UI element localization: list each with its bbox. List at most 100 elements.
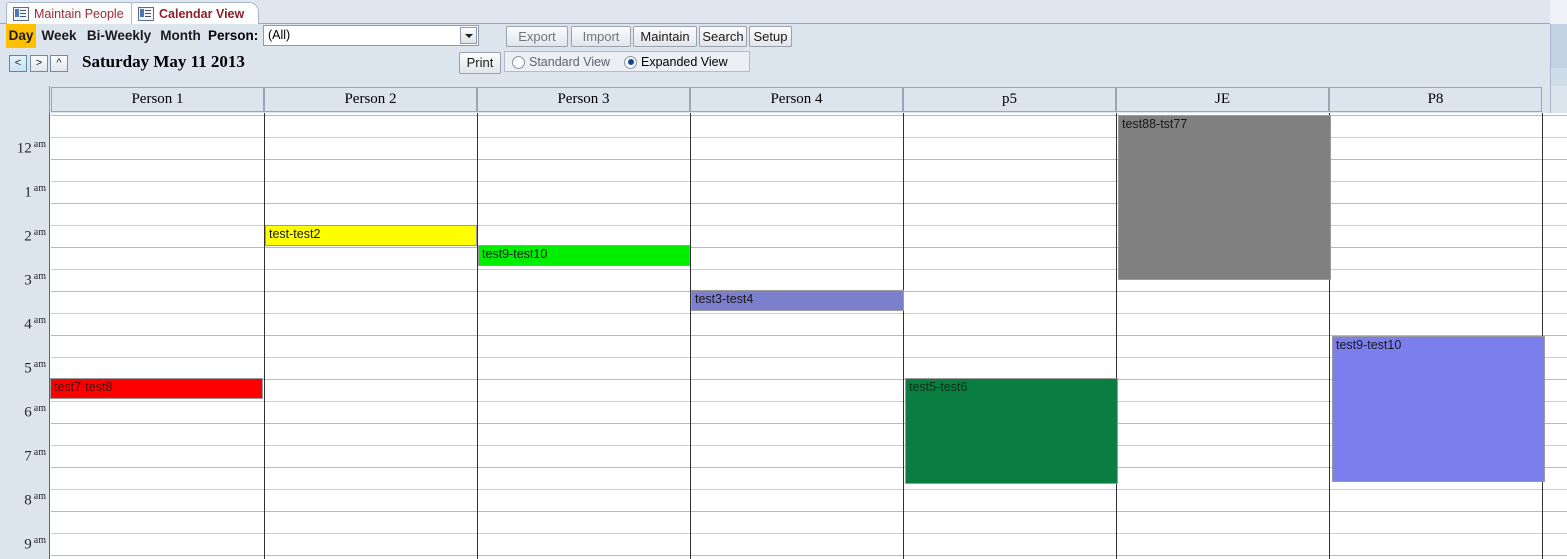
- time-ampm: am: [33, 183, 46, 194]
- grid-hline: [51, 181, 1567, 182]
- calendar-event[interactable]: test-test2: [265, 225, 477, 246]
- viewmode-week[interactable]: Week: [38, 24, 80, 48]
- tab-strip: Maintain People Calendar View: [0, 0, 1567, 24]
- grid-hline: [51, 313, 1567, 314]
- setup-label: Setup: [753, 29, 788, 44]
- calendar-event[interactable]: test3-test4: [691, 290, 904, 311]
- column-header[interactable]: Person 1: [51, 87, 264, 112]
- viewmode-month[interactable]: Month: [157, 24, 204, 48]
- calendar-event[interactable]: test88-tst77: [1118, 115, 1331, 280]
- time-hour: 6: [24, 404, 32, 421]
- tab-calendar-view[interactable]: Calendar View: [131, 2, 260, 24]
- viewmode-day[interactable]: Day: [6, 24, 36, 48]
- export-button[interactable]: Export: [506, 26, 568, 47]
- setup-button[interactable]: Setup: [749, 26, 792, 47]
- column-header[interactable]: Person 3: [477, 87, 690, 112]
- time-ampm: am: [33, 535, 46, 546]
- time-label: 6 am: [0, 403, 46, 421]
- time-ampm: am: [33, 227, 46, 238]
- prev-day-button[interactable]: <: [9, 55, 27, 72]
- next-day-button[interactable]: >: [30, 55, 48, 72]
- grid-vline: [903, 113, 904, 559]
- calendar-event-label: test-test2: [269, 227, 321, 241]
- time-ampm: am: [33, 403, 46, 414]
- grid-hline: [51, 269, 1567, 270]
- page-title: Saturday May 11 2013: [82, 52, 245, 71]
- column-header[interactable]: JE: [1116, 87, 1329, 112]
- print-button[interactable]: Print: [459, 52, 501, 74]
- form-icon: [138, 6, 154, 21]
- column-header[interactable]: p5: [903, 87, 1116, 112]
- chevron-down-icon[interactable]: [460, 27, 477, 44]
- time-ampm: am: [33, 447, 46, 458]
- maintain-button[interactable]: Maintain: [633, 26, 697, 47]
- grid-hline: [51, 159, 1567, 160]
- import-button[interactable]: Import: [571, 26, 631, 47]
- time-hour: 1: [24, 184, 32, 201]
- today-up-label: ^: [56, 57, 62, 69]
- time-ampm: am: [33, 139, 46, 150]
- radio-dot-icon: [624, 55, 637, 69]
- column-header-label: JE: [1215, 91, 1230, 107]
- column-header[interactable]: Person 4: [690, 87, 903, 112]
- time-ampm: am: [33, 315, 46, 326]
- column-header[interactable]: P8: [1329, 87, 1542, 112]
- time-gutter: 12am1am2am3am4am5am6am7am8am9am10am: [0, 113, 50, 559]
- search-button[interactable]: Search: [699, 26, 747, 47]
- time-hour: 12: [16, 140, 32, 157]
- grid-vline: [1116, 113, 1117, 559]
- grid-hline: [51, 203, 1567, 204]
- calendar-event[interactable]: test9-test10: [478, 245, 690, 266]
- grid-hline: [51, 137, 1567, 138]
- calendar-event-label: test5-test6: [909, 380, 968, 394]
- calendar-grid: 12am1am2am3am4am5am6am7am8am9am10am test…: [0, 113, 1567, 559]
- radio-expanded-view[interactable]: Expanded View: [624, 54, 728, 70]
- time-label: 12 am: [0, 139, 46, 157]
- viewmode-label: Bi-Weekly: [86, 28, 152, 43]
- scrollbar-thumb[interactable]: [1551, 24, 1567, 68]
- column-header-label: p5: [1002, 91, 1017, 107]
- person-filter-label: Person:: [208, 28, 259, 43]
- time-label: 7 am: [0, 447, 46, 465]
- viewmode-label: Month: [160, 28, 201, 43]
- time-label: 2 am: [0, 227, 46, 245]
- form-icon: [13, 6, 29, 21]
- calendar-event-label: test9-test10: [1336, 338, 1402, 352]
- viewmode-bi-weekly[interactable]: Bi-Weekly: [82, 24, 156, 48]
- calendar-event[interactable]: test9-test10: [1332, 336, 1545, 482]
- viewmode-label: Day: [8, 28, 34, 43]
- calendar-event[interactable]: test7-test8: [50, 378, 263, 399]
- tab-label: Maintain People: [34, 6, 124, 21]
- maintain-label: Maintain: [640, 29, 690, 44]
- radio-standard-view[interactable]: Standard View: [512, 54, 610, 70]
- time-ampm: am: [33, 271, 46, 282]
- time-hour: 7: [24, 448, 32, 465]
- next-day-label: >: [35, 57, 43, 69]
- grid-hline: [51, 533, 1567, 534]
- time-hour: 5: [24, 360, 32, 377]
- calendar-canvas[interactable]: test88-tst77 test-test2 test9-test10 test3-…: [50, 113, 1567, 559]
- person-filter-combobox[interactable]: (All): [263, 25, 479, 46]
- viewmode-label: Week: [41, 28, 77, 43]
- calendar-event-label: test9-test10: [482, 247, 548, 261]
- grid-hline: [51, 555, 1567, 556]
- calendar-event[interactable]: test5-test6: [905, 378, 1118, 484]
- radio-label: Standard View: [529, 55, 611, 69]
- tab-maintain-people[interactable]: Maintain People: [6, 2, 139, 24]
- column-header-label: Person 3: [557, 91, 610, 107]
- print-label: Print: [466, 55, 494, 70]
- search-label: Search: [702, 29, 744, 44]
- time-ampm: am: [33, 359, 46, 370]
- person-filter-value: (All): [268, 28, 291, 42]
- column-header-label: P8: [1427, 91, 1444, 107]
- today-up-button[interactable]: ^: [50, 55, 68, 72]
- column-header-label: Person 4: [770, 91, 823, 107]
- calendar-view: Person 1 Person 2 Person 3 Person 4 p5 JE P8 1…: [0, 86, 1567, 559]
- grid-hline: [51, 489, 1567, 490]
- calendar-header-row: Person 1 Person 2 Person 3 Person 4 p5 JE P8: [0, 86, 1567, 113]
- column-header[interactable]: Person 2: [264, 87, 477, 112]
- column-header-label: Person 2: [344, 91, 397, 107]
- grid-vline: [264, 113, 265, 559]
- tab-label: Calendar View: [159, 6, 245, 21]
- import-label: Import: [582, 29, 620, 44]
